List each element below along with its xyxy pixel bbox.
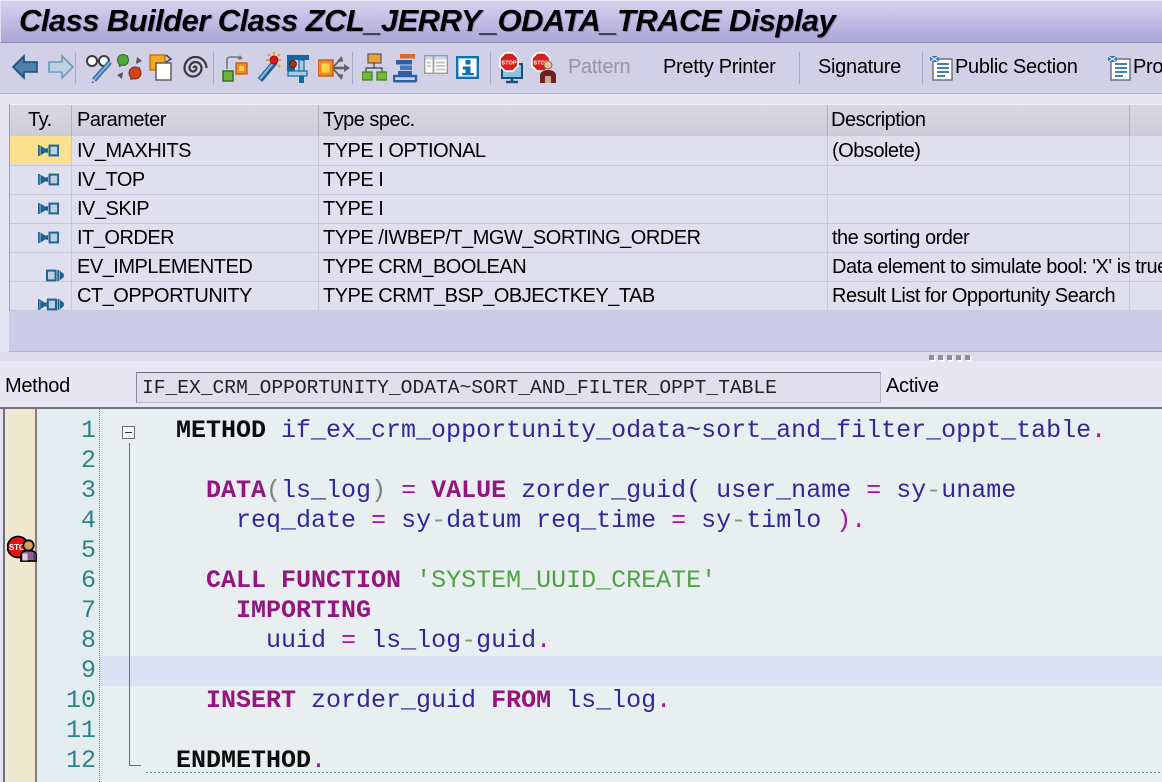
svg-text:STOP: STOP: [501, 60, 516, 66]
